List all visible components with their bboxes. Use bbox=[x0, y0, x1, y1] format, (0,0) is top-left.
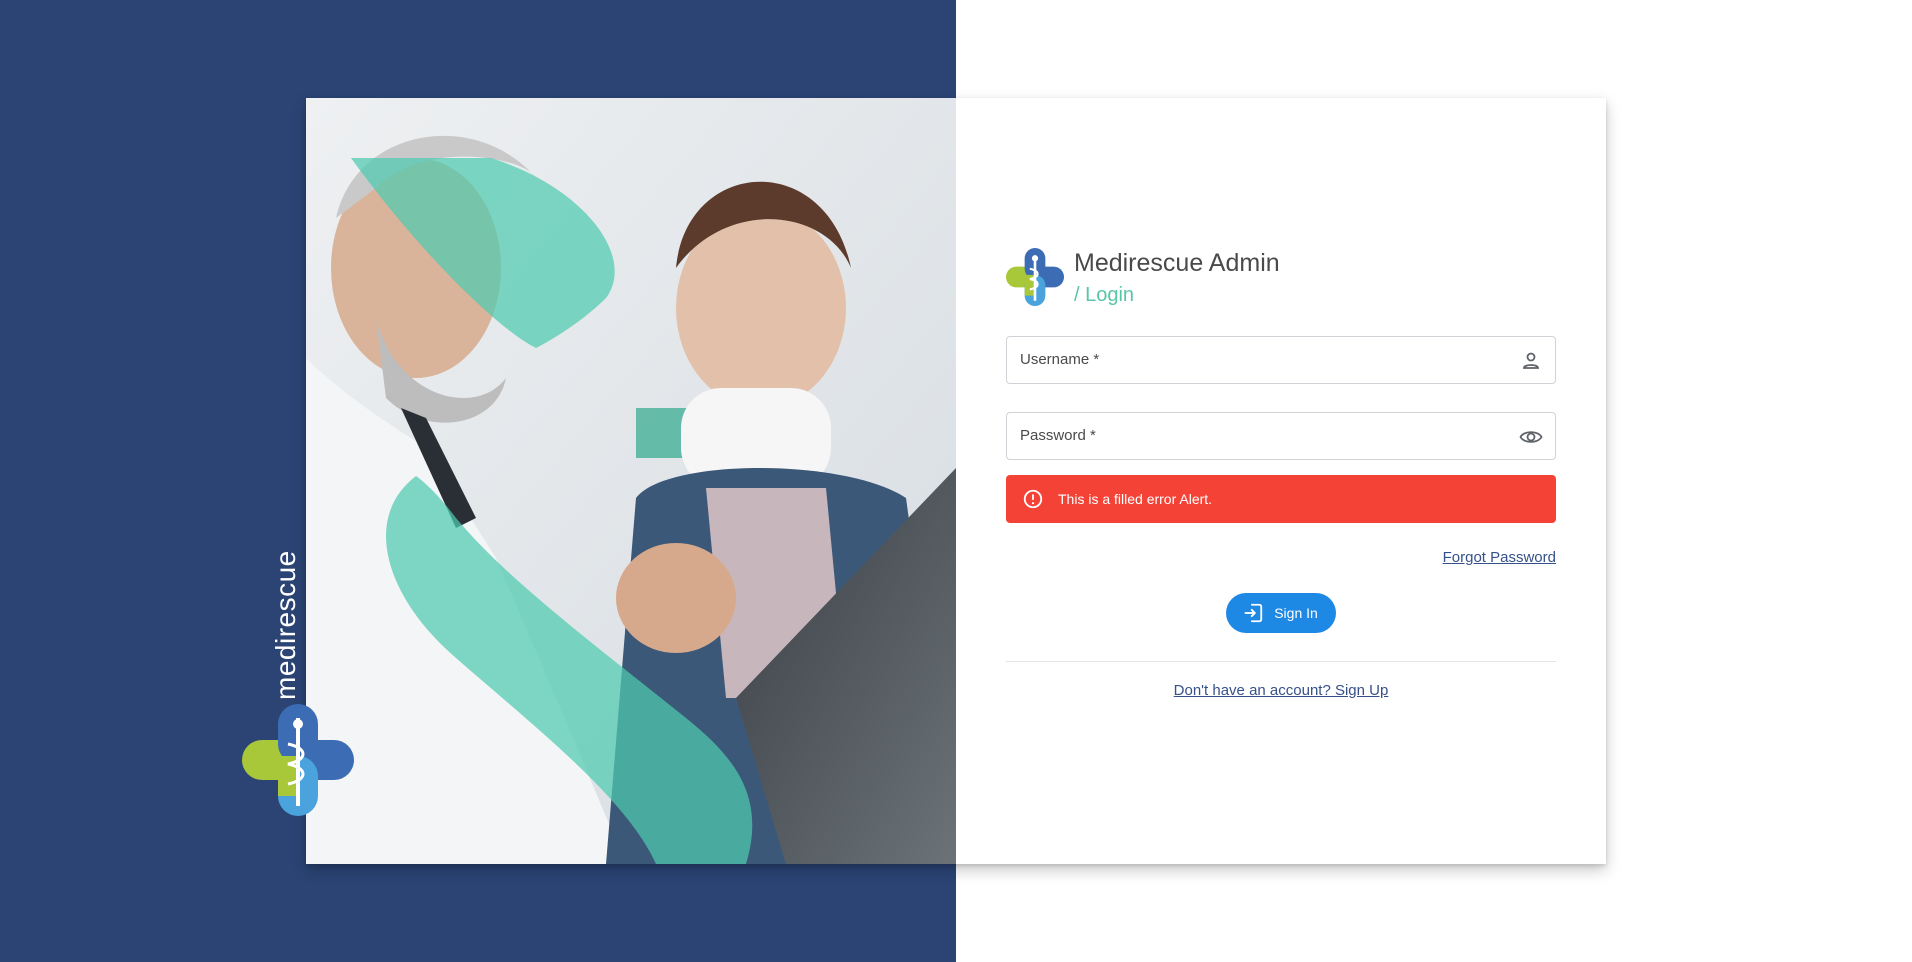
username-input[interactable] bbox=[1007, 337, 1559, 385]
sign-in-button[interactable]: Sign In bbox=[1226, 593, 1336, 633]
eye-icon[interactable] bbox=[1519, 425, 1543, 449]
signup-row: Don't have an account? Sign Up bbox=[1006, 682, 1556, 700]
signup-link[interactable]: Don't have an account? Sign Up bbox=[1174, 682, 1389, 699]
password-field[interactable]: Password * bbox=[1006, 412, 1559, 461]
login-header: Medirescue Admin / Login bbox=[1006, 246, 1556, 318]
app-title: Medirescue Admin bbox=[1074, 249, 1280, 277]
login-panel: Medirescue Admin / Login Username * Pass… bbox=[1006, 246, 1559, 700]
alert-message: This is a filled error Alert. bbox=[1058, 491, 1213, 507]
password-input[interactable] bbox=[1007, 413, 1559, 461]
user-icon bbox=[1523, 352, 1539, 369]
hero-photo bbox=[306, 98, 956, 864]
error-alert: This is a filled error Alert. bbox=[1006, 475, 1556, 523]
medical-cross-caduceus-icon bbox=[242, 704, 354, 816]
forgot-password-link[interactable]: Forgot Password bbox=[1443, 549, 1556, 566]
sign-in-label: Sign In bbox=[1274, 605, 1318, 621]
error-circle-icon bbox=[1023, 489, 1043, 509]
medical-cross-caduceus-icon bbox=[1006, 248, 1064, 306]
brand-wordmark: medirescue bbox=[270, 550, 301, 700]
username-field[interactable]: Username * bbox=[1006, 336, 1559, 385]
doctor-patient-illustration bbox=[306, 98, 956, 864]
divider bbox=[1006, 661, 1556, 662]
page-subtitle: / Login bbox=[1074, 284, 1135, 306]
signin-row: Sign In bbox=[1006, 593, 1556, 633]
title-group: Medirescue Admin / Login bbox=[1074, 246, 1280, 310]
login-icon bbox=[1244, 603, 1263, 623]
forgot-row: Forgot Password bbox=[1006, 549, 1556, 567]
login-page: medirescue Medirescue Admin / Login User… bbox=[0, 0, 1912, 962]
